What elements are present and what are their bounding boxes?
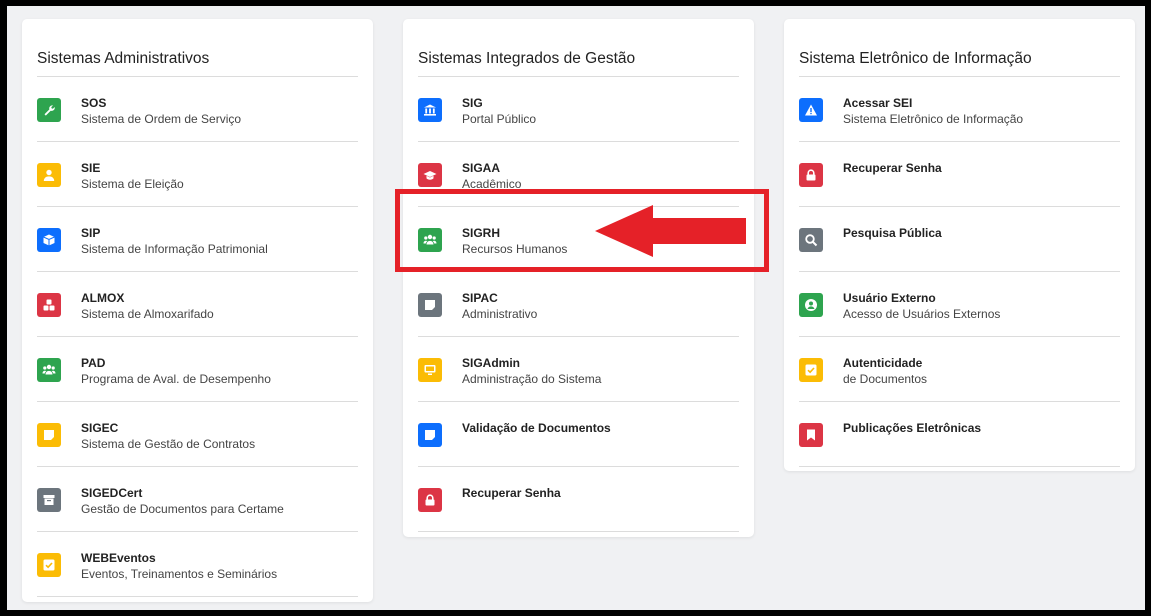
system-link-autenticidade[interactable]: Autenticidade de Documentos <box>799 337 1120 402</box>
system-subtitle: de Documentos <box>843 372 928 386</box>
card-title: Sistema Eletrônico de Informação <box>799 50 1032 67</box>
box-icon <box>37 228 61 252</box>
note-icon <box>37 423 61 447</box>
system-link-sigadmin[interactable]: SIGAdmin Administração do Sistema <box>418 337 739 402</box>
card-sistema-eletronico: Sistema Eletrônico de Informação Acessar… <box>784 19 1135 471</box>
wrench-icon <box>37 98 61 122</box>
system-title: SIGAdmin <box>462 356 521 370</box>
landmark-icon <box>418 98 442 122</box>
system-subtitle: Acesso de Usuários Externos <box>843 307 1001 321</box>
system-link-sie[interactable]: SIE Sistema de Eleição <box>37 142 358 207</box>
system-subtitle: Sistema de Ordem de Serviço <box>81 112 242 126</box>
system-subtitle: Sistema de Almoxarifado <box>81 307 214 321</box>
system-title: Recuperar Senha <box>462 486 561 500</box>
system-link-sipac[interactable]: SIPAC Administrativo <box>418 272 739 337</box>
card-title: Sistemas Administrativos <box>37 50 210 67</box>
system-title: SOS <box>81 96 107 110</box>
system-title: WEBEventos <box>81 551 156 565</box>
system-subtitle: Sistema de Gestão de Contratos <box>81 437 256 451</box>
boxes-icon <box>37 293 61 317</box>
system-subtitle: Administração do Sistema <box>462 372 602 386</box>
users-icon <box>418 228 442 252</box>
system-title: Validação de Documentos <box>462 421 611 435</box>
system-link-sos[interactable]: SOS Sistema de Ordem de Serviço <box>37 77 358 142</box>
system-title: Pesquisa Pública <box>843 226 942 240</box>
graduation-cap-icon <box>418 163 442 187</box>
desktop-icon <box>418 358 442 382</box>
check-square-icon <box>799 358 823 382</box>
system-subtitle: Sistema Eletrônico de Informação <box>843 112 1024 126</box>
system-subtitle: Sistema de Eleição <box>81 177 184 191</box>
card-title: Sistemas Integrados de Gestão <box>418 50 636 67</box>
system-title: SIGAA <box>462 161 501 175</box>
card-sistemas-administrativos: Sistemas Administrativos SOS Sistema de O… <box>22 19 373 602</box>
warning-icon <box>799 98 823 122</box>
system-link-sigedcert[interactable]: SIGEDCert Gestão de Documentos para Certa… <box>37 467 358 532</box>
lock-icon <box>799 163 823 187</box>
system-subtitle: Sistema de Informação Patrimonial <box>81 242 268 256</box>
lock-icon <box>418 488 442 512</box>
note-icon <box>418 423 442 447</box>
system-title: SIPAC <box>462 291 498 305</box>
system-subtitle: Administrativo <box>462 307 538 321</box>
system-title: SIE <box>81 161 101 175</box>
system-title: SIP <box>81 226 101 240</box>
system-title: SIG <box>462 96 483 110</box>
system-title: SIGEC <box>81 421 119 435</box>
archive-icon <box>37 488 61 512</box>
system-link-sigrh[interactable]: SIGRH Recursos Humanos <box>418 207 739 272</box>
system-link-sigec[interactable]: SIGEC Sistema de Gestão de Contratos <box>37 402 358 467</box>
users-icon <box>37 358 61 382</box>
note-icon <box>418 293 442 317</box>
system-subtitle: Recursos Humanos <box>462 242 568 256</box>
system-subtitle: Programa de Aval. de Desempenho <box>81 372 271 386</box>
check-square-icon <box>37 553 61 577</box>
user-icon <box>37 163 61 187</box>
system-title: SIGEDCert <box>81 486 143 500</box>
system-link-pad[interactable]: PAD Programa de Aval. de Desempenho <box>37 337 358 402</box>
system-title: ALMOX <box>81 291 125 305</box>
system-link-webeventos[interactable]: WEBEventos Eventos, Treinamentos e Seminá… <box>37 532 358 597</box>
system-link-valida-o-de-documentos[interactable]: Validação de Documentos <box>418 402 739 467</box>
system-link-almox[interactable]: ALMOX Sistema de Almoxarifado <box>37 272 358 337</box>
system-link-sigaa[interactable]: SIGAA Acadêmico <box>418 142 739 207</box>
system-link-recuperar-senha[interactable]: Recuperar Senha <box>418 467 739 532</box>
system-link-usu-rio-externo[interactable]: Usuário Externo Acesso de Usuários Extern… <box>799 272 1120 337</box>
system-subtitle: Portal Público <box>462 112 537 126</box>
system-title: Autenticidade <box>843 356 923 370</box>
portal-screen: Sistemas Administrativos SOS Sistema de O… <box>7 6 1145 610</box>
system-link-sig[interactable]: SIG Portal Público <box>418 77 739 142</box>
system-link-publica-es-eletr-nicas[interactable]: Publicações Eletrônicas <box>799 402 1120 467</box>
system-link-sip[interactable]: SIP Sistema de Informação Patrimonial <box>37 207 358 272</box>
system-link-pesquisa-p-blica[interactable]: Pesquisa Pública <box>799 207 1120 272</box>
card-sistemas-integrados: Sistemas Integrados de Gestão SIG Portal … <box>403 19 754 537</box>
system-subtitle: Gestão de Documentos para Certame <box>81 502 284 516</box>
system-subtitle: Acadêmico <box>462 177 522 191</box>
bookmark-icon <box>799 423 823 447</box>
system-title: SIGRH <box>462 226 501 240</box>
system-title: Acessar SEI <box>843 96 913 110</box>
system-subtitle: Eventos, Treinamentos e Seminários <box>81 567 278 581</box>
system-title: Publicações Eletrônicas <box>843 421 982 435</box>
system-title: Usuário Externo <box>843 291 936 305</box>
system-title: Recuperar Senha <box>843 161 942 175</box>
system-link-acessar-sei[interactable]: Acessar SEI Sistema Eletrônico de Informa… <box>799 77 1120 142</box>
search-icon <box>799 228 823 252</box>
user-circle-icon <box>799 293 823 317</box>
system-title: PAD <box>81 356 106 370</box>
system-link-recuperar-senha[interactable]: Recuperar Senha <box>799 142 1120 207</box>
